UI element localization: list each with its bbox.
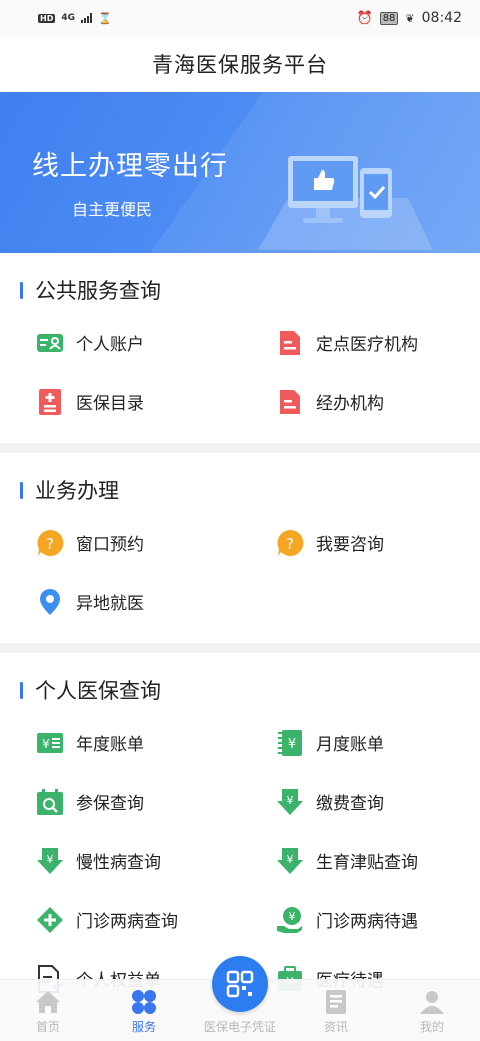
svg-text:¥: ¥: [289, 910, 296, 923]
section-title: 公共服务查询: [0, 275, 480, 305]
services-grid-icon: [130, 988, 158, 1016]
service-item-outpatient-query[interactable]: 门诊两病查询: [36, 890, 276, 949]
monthly-bill-icon: ¥: [276, 729, 304, 757]
svg-text:¥: ¥: [287, 853, 294, 866]
payment-search-icon: ¥: [276, 788, 304, 816]
service-item-label: 个人账户: [76, 335, 144, 355]
question-bubble-icon: ?: [36, 529, 64, 557]
svg-text:¥: ¥: [47, 853, 54, 866]
section-title: 个人医保查询: [0, 675, 480, 705]
svg-text:¥: ¥: [42, 737, 50, 751]
tab-label: 服务: [131, 1020, 156, 1034]
tab-label: 资讯: [323, 1020, 348, 1034]
tab-home[interactable]: 首页: [0, 980, 96, 1041]
service-item-label: 医保目录: [76, 394, 144, 414]
home-icon: [34, 988, 62, 1016]
status-right: ⏰ 88 ❦ 08:42: [357, 10, 463, 26]
service-item-designated-hospital[interactable]: 定点医疗机构: [276, 313, 480, 372]
section-public-services: 公共服务查询 个人账户 定点医疗机构 医保目录 经办机构: [0, 253, 480, 443]
location-pin-icon: [36, 588, 64, 616]
signal-icon: [81, 13, 92, 23]
tab-label: 首页: [35, 1020, 60, 1034]
service-item-label: 年度账单: [76, 735, 144, 755]
chronic-search-icon: ¥: [36, 847, 64, 875]
section-title-bar: [20, 481, 23, 499]
section-title-bar: [20, 681, 23, 699]
tab-e-voucher[interactable]: 医保电子凭证: [192, 956, 288, 1041]
service-item-yearly-bill[interactable]: ¥ 年度账单: [36, 713, 276, 772]
service-item-label: 窗口预约: [76, 535, 144, 555]
section-business: 业务办理 ? 窗口预约 ? 我要咨询 异地就医: [0, 453, 480, 643]
svg-text:?: ?: [286, 535, 294, 553]
service-item-agency[interactable]: 经办机构: [276, 372, 480, 431]
service-item-label: 异地就医: [76, 594, 144, 614]
service-item-personal-account[interactable]: 个人账户: [36, 313, 276, 372]
section-title-bar: [20, 281, 23, 299]
outpatient-benefit-icon: ¥: [276, 906, 304, 934]
tab-mine[interactable]: 我的: [384, 980, 480, 1041]
service-item-label: 慢性病查询: [76, 853, 161, 873]
outpatient-search-icon: [36, 906, 64, 934]
clock-time: 08:42: [421, 10, 462, 26]
service-item-remote-medical[interactable]: 异地就医: [36, 572, 276, 631]
service-item-label: 缴费查询: [316, 794, 384, 814]
page-title: 青海医保服务平台: [152, 53, 328, 77]
service-item-outpatient-benefit[interactable]: ¥ 门诊两病待遇: [276, 890, 480, 949]
section-title-text: 个人医保查询: [35, 679, 161, 703]
battery-icon: 88: [379, 11, 399, 25]
agency-doc-icon: [276, 388, 304, 416]
service-item-label: 参保查询: [76, 794, 144, 814]
service-grid: 个人账户 定点医疗机构 医保目录 经办机构: [0, 313, 480, 431]
svg-text:¥: ¥: [288, 737, 296, 752]
hourglass-icon: ⌛: [98, 11, 112, 25]
banner-title: 线上办理零出行: [32, 151, 228, 182]
banner-subtitle: 自主更便民: [72, 200, 153, 219]
question-bubble-icon: ?: [276, 529, 304, 557]
service-item-label: 我要咨询: [316, 535, 384, 555]
hospital-doc-icon: [276, 329, 304, 357]
yearly-bill-icon: ¥: [36, 729, 64, 757]
service-item-label: 门诊两病查询: [76, 912, 178, 932]
promo-banner[interactable]: 线上办理零出行 自主更便民: [0, 92, 480, 253]
bottom-tab-bar: 首页 服务 医保电子凭证 资讯 我的: [0, 956, 480, 1041]
tab-label: 医保电子凭证: [203, 1020, 276, 1034]
leaf-icon: ❦: [405, 11, 415, 25]
service-item-window-booking[interactable]: ? 窗口预约: [36, 513, 276, 572]
service-item-maternity-query[interactable]: ¥ 生育津贴查询: [276, 831, 480, 890]
app-header: 青海医保服务平台: [0, 36, 480, 92]
alarm-icon: ⏰: [356, 10, 373, 26]
tab-label: 我的: [419, 1020, 444, 1034]
service-item-insurance-query[interactable]: 参保查询: [36, 772, 276, 831]
account-card-icon: [36, 329, 64, 357]
service-grid: ? 窗口预约 ? 我要咨询 异地就医: [0, 513, 480, 631]
computer-phone-illustration: [258, 156, 433, 250]
hd-badge: HD: [38, 13, 56, 23]
user-icon: [418, 988, 446, 1016]
qr-code-icon[interactable]: [212, 956, 268, 1012]
service-item-label: 生育津贴查询: [316, 853, 418, 873]
service-item-monthly-bill[interactable]: ¥ 月度账单: [276, 713, 480, 772]
status-left: HD 4G ⌛: [38, 12, 112, 25]
service-item-payment-query[interactable]: ¥ 缴费查询: [276, 772, 480, 831]
news-icon: [322, 988, 350, 1016]
service-item-consult[interactable]: ? 我要咨询: [276, 513, 480, 572]
service-item-label: 月度账单: [316, 735, 384, 755]
status-bar: HD 4G ⌛ ⏰ 88 ❦ 08:42: [0, 0, 480, 36]
section-title-text: 公共服务查询: [35, 279, 161, 303]
service-item-label: 定点医疗机构: [316, 335, 418, 355]
catalog-icon: [36, 388, 64, 416]
service-item-label: 经办机构: [316, 394, 384, 414]
insurance-search-icon: [36, 788, 64, 816]
service-item-chronic-query[interactable]: ¥ 慢性病查询: [36, 831, 276, 890]
service-item-insurance-catalog[interactable]: 医保目录: [36, 372, 276, 431]
maternity-search-icon: ¥: [276, 847, 304, 875]
svg-text:?: ?: [46, 535, 54, 553]
tab-services[interactable]: 服务: [96, 980, 192, 1041]
svg-text:¥: ¥: [287, 794, 294, 807]
tab-news[interactable]: 资讯: [288, 980, 384, 1041]
service-item-label: 门诊两病待遇: [316, 912, 418, 932]
section-title: 业务办理: [0, 475, 480, 505]
network-label: 4G: [61, 13, 75, 23]
section-title-text: 业务办理: [35, 479, 119, 503]
